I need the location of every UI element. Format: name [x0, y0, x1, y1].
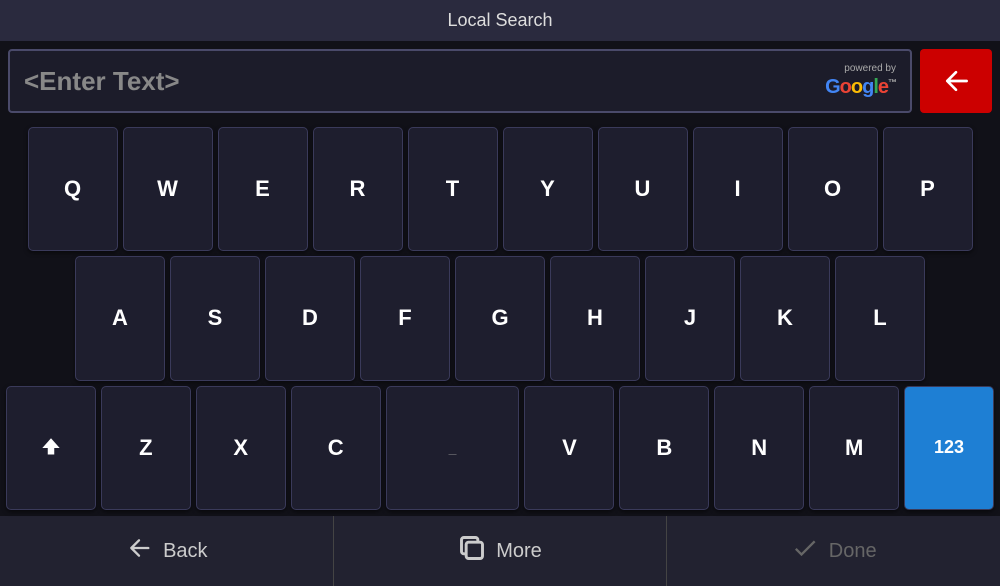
search-placeholder: <Enter Text>	[24, 66, 815, 97]
key-c[interactable]: C	[291, 386, 381, 510]
search-area: <Enter Text> powered by Google™	[0, 41, 1000, 121]
key-d[interactable]: D	[265, 256, 355, 380]
bottom-bar: Back More Done	[0, 516, 1000, 586]
key-k[interactable]: K	[740, 256, 830, 380]
keyboard-row-3: Z X C _ V B N M 123	[6, 386, 994, 510]
key-s[interactable]: S	[170, 256, 260, 380]
key-w[interactable]: W	[123, 127, 213, 251]
key-r[interactable]: R	[313, 127, 403, 251]
check-icon	[791, 534, 819, 568]
page-title: Local Search	[447, 10, 552, 30]
key-a[interactable]: A	[75, 256, 165, 380]
key-j[interactable]: J	[645, 256, 735, 380]
key-x[interactable]: X	[196, 386, 286, 510]
key-g[interactable]: G	[455, 256, 545, 380]
key-u[interactable]: U	[598, 127, 688, 251]
key-h[interactable]: H	[550, 256, 640, 380]
done-label: Done	[829, 540, 877, 563]
key-l[interactable]: L	[835, 256, 925, 380]
key-m[interactable]: M	[809, 386, 899, 510]
powered-by-text: powered by	[844, 63, 896, 74]
key-q[interactable]: Q	[28, 127, 118, 251]
key-p[interactable]: P	[883, 127, 973, 251]
key-z[interactable]: Z	[101, 386, 191, 510]
key-v[interactable]: V	[524, 386, 614, 510]
key-y[interactable]: Y	[503, 127, 593, 251]
backspace-button[interactable]	[920, 49, 992, 113]
key-n[interactable]: N	[714, 386, 804, 510]
search-box[interactable]: <Enter Text> powered by Google™	[8, 49, 912, 113]
key-o[interactable]: O	[788, 127, 878, 251]
more-button[interactable]: More	[334, 516, 668, 586]
back-arrow-icon	[125, 534, 153, 568]
done-button[interactable]: Done	[667, 516, 1000, 586]
key-shift[interactable]	[6, 386, 96, 510]
google-logo: Google™	[825, 76, 896, 99]
more-icon	[458, 534, 486, 568]
key-t[interactable]: T	[408, 127, 498, 251]
title-bar: Local Search	[0, 0, 1000, 41]
more-label: More	[496, 540, 542, 563]
back-label: Back	[163, 540, 207, 563]
google-badge: powered by Google™	[825, 63, 896, 99]
key-123[interactable]: 123	[904, 386, 994, 510]
key-e[interactable]: E	[218, 127, 308, 251]
key-f[interactable]: F	[360, 256, 450, 380]
keyboard-row-2: A S D F G H J K L	[6, 256, 994, 380]
key-b[interactable]: B	[619, 386, 709, 510]
keyboard-area: Q W E R T Y U I O P A S D F G H J K L Z …	[0, 121, 1000, 516]
keyboard-row-1: Q W E R T Y U I O P	[6, 127, 994, 251]
key-i[interactable]: I	[693, 127, 783, 251]
back-button[interactable]: Back	[0, 516, 334, 586]
key-space[interactable]: _	[386, 386, 520, 510]
